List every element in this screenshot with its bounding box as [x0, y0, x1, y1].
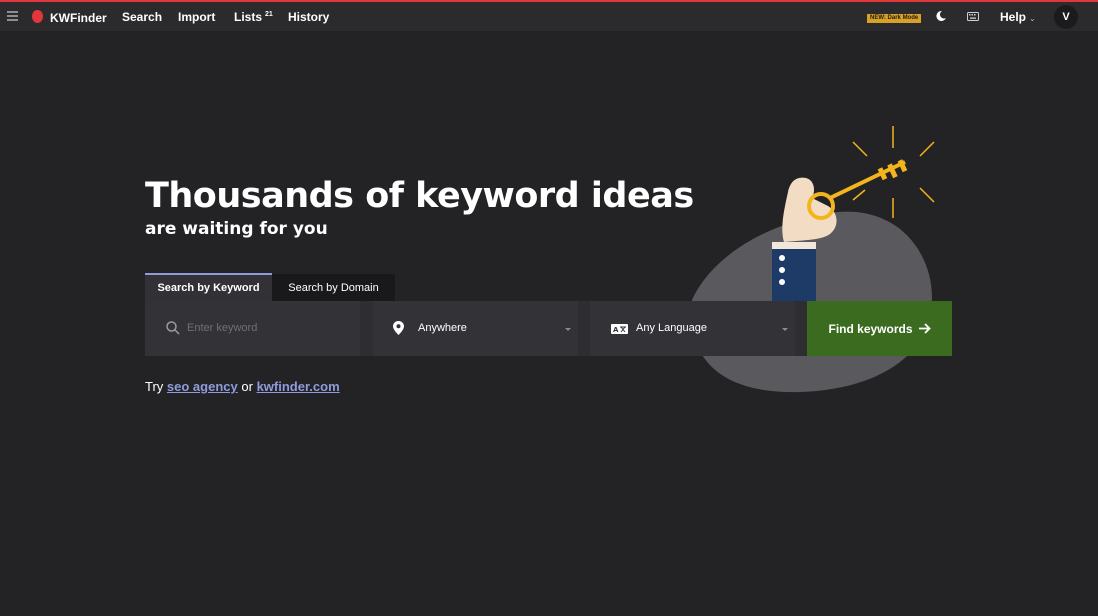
nav-lists[interactable]: Lists 21 [234, 10, 273, 24]
chevron-down-icon [565, 328, 571, 331]
try-or: or [241, 379, 253, 394]
location-pin-icon [393, 321, 404, 335]
top-navigation-bar: KWFinder Search Import Lists 21 History N… [0, 0, 1098, 31]
translate-icon: A [611, 324, 628, 334]
try-suggestions: Try seo agency or kwfinder.com [145, 379, 340, 394]
nav-search[interactable]: Search [122, 10, 162, 24]
lists-count: 21 [265, 11, 273, 18]
find-keywords-button[interactable]: Find keywords [807, 301, 952, 356]
tab-search-by-keyword[interactable]: Search by Keyword [145, 273, 272, 301]
key-illustration [691, 126, 935, 393]
keyword-input[interactable] [187, 318, 352, 338]
sleeve-shape [772, 248, 816, 304]
help-menu[interactable]: Help ⌄ [1000, 10, 1036, 24]
location-select[interactable]: Anywhere [373, 301, 578, 356]
seo-agency-link[interactable]: seo agency [167, 379, 238, 394]
location-value: Anywhere [418, 322, 467, 334]
try-prefix: Try [145, 379, 164, 394]
hero-title: Thousands of keyword ideas [145, 176, 694, 216]
kwfinder-com-link[interactable]: kwfinder.com [257, 379, 340, 394]
chevron-down-icon: ⌄ [1029, 14, 1036, 23]
tab-search-by-domain[interactable]: Search by Domain [272, 274, 395, 301]
language-select[interactable]: A Any Language [590, 301, 795, 356]
avatar[interactable]: V [1054, 5, 1078, 29]
keyboard-icon[interactable] [967, 12, 979, 21]
help-label: Help [1000, 10, 1027, 24]
kwfinder-logo-icon[interactable] [32, 10, 43, 23]
chevron-down-icon [782, 328, 788, 331]
moon-icon[interactable] [935, 10, 947, 22]
find-keywords-label: Find keywords [828, 321, 913, 336]
search-icon [166, 321, 180, 335]
arrow-right-icon [918, 323, 931, 334]
app-name[interactable]: KWFinder [50, 11, 107, 25]
language-value: Any Language [636, 322, 707, 334]
new-dark-mode-badge: NEW: Dark Mode [867, 14, 922, 23]
nav-history[interactable]: History [288, 10, 329, 24]
nav-import[interactable]: Import [178, 10, 215, 24]
hamburger-icon[interactable] [7, 11, 18, 21]
svg-text:A: A [613, 326, 619, 334]
hero-subtitle: are waiting for you [145, 219, 328, 239]
nav-lists-label: Lists [234, 10, 263, 24]
